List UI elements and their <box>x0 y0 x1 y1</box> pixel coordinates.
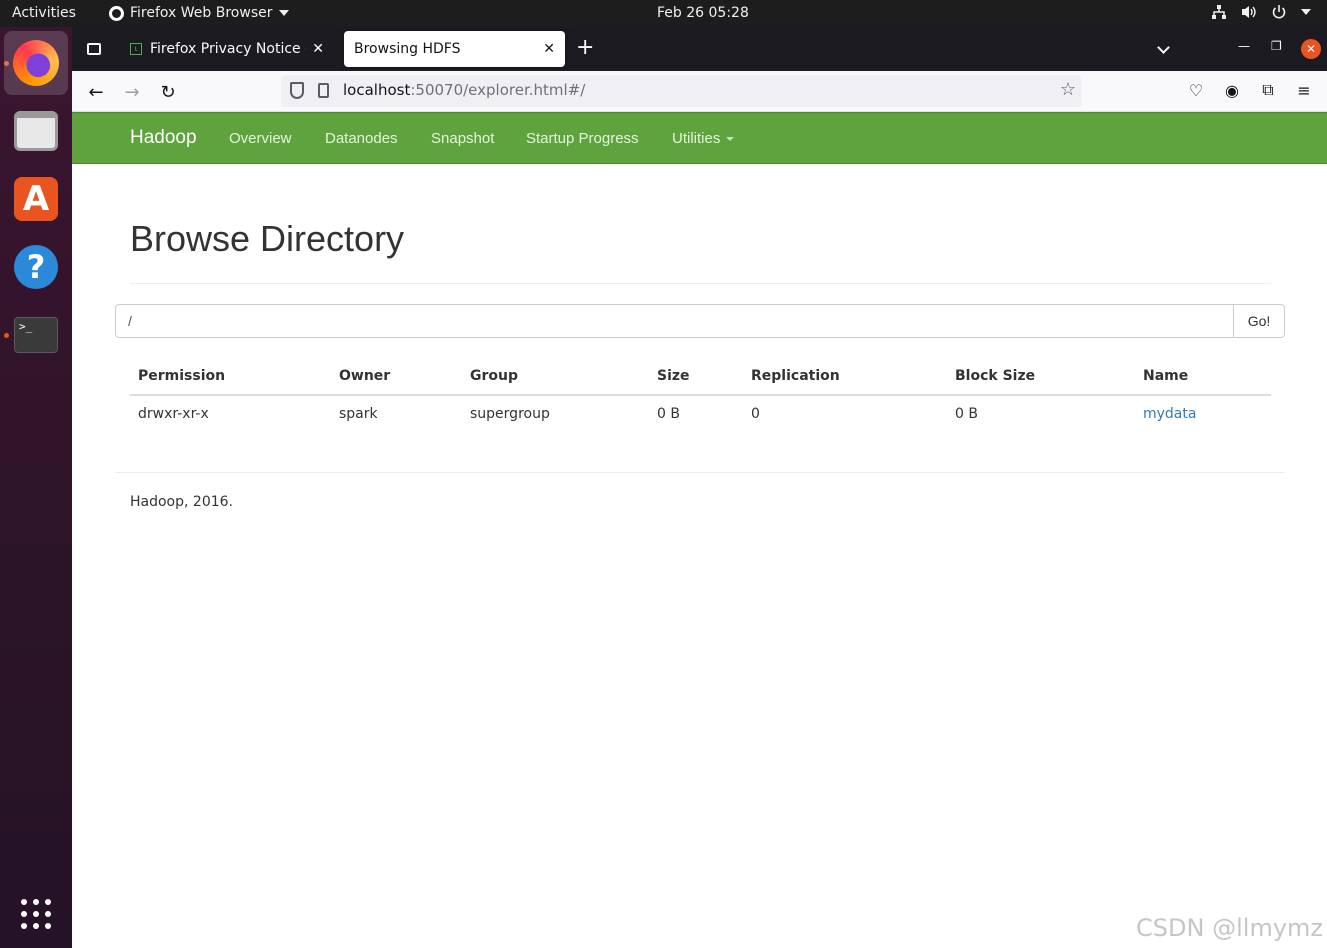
dock-help[interactable]: ? <box>4 235 68 299</box>
terminal-icon: >_ <box>14 317 58 353</box>
page-title: Browse Directory <box>130 218 405 259</box>
dock-files[interactable] <box>4 99 68 163</box>
nav-snapshot[interactable]: Snapshot <box>431 130 494 147</box>
chevron-down-icon <box>278 10 289 16</box>
header-name[interactable]: Name <box>1135 358 1271 396</box>
account-icon[interactable]: ◉ <box>1222 80 1242 100</box>
firefox-view-button[interactable] <box>80 35 108 63</box>
hadoop-navbar: Hadoop Overview Datanodes Snapshot Start… <box>72 112 1327 164</box>
directory-path-input[interactable] <box>115 304 1234 338</box>
close-tab-icon[interactable]: ✕ <box>312 41 324 57</box>
window-close-icon[interactable]: ✕ <box>1301 39 1321 59</box>
path-form: Go! <box>115 304 1285 338</box>
header-owner[interactable]: Owner <box>331 358 462 396</box>
back-icon[interactable]: ← <box>84 80 108 104</box>
cell-group: supergroup <box>470 406 550 422</box>
firefox-small-icon <box>109 5 124 21</box>
url-text[interactable]: localhost:50070/explorer.html#/ <box>343 81 585 99</box>
volume-icon <box>1242 6 1256 18</box>
dock-firefox[interactable] <box>4 31 68 95</box>
ubuntu-dock: A ? >_ <box>0 27 72 948</box>
header-size[interactable]: Size <box>649 358 743 396</box>
tab-title: Browsing HDFS <box>354 41 461 57</box>
close-tab-icon[interactable]: ✕ <box>543 41 555 57</box>
nav-utilities-label: Utilities <box>672 130 721 147</box>
minimize-icon[interactable]: — <box>1238 39 1250 53</box>
list-all-tabs-icon[interactable] <box>1157 41 1170 54</box>
nav-startup-progress[interactable]: Startup Progress <box>526 130 639 147</box>
table-row: drwxr-xr-x spark supergroup 0 B 0 0 B my… <box>130 395 1271 432</box>
cell-size: 0 B <box>657 406 680 422</box>
header-replication[interactable]: Replication <box>743 358 947 396</box>
nav-overview[interactable]: Overview <box>229 130 292 147</box>
tracking-protection-icon[interactable] <box>290 82 304 99</box>
watermark: CSDN @llmymz <box>1136 914 1323 942</box>
new-tab-icon[interactable]: + <box>576 37 594 59</box>
footer-divider <box>115 472 1285 473</box>
page-header: Browse Directory <box>130 218 1271 284</box>
page-content: Hadoop Overview Datanodes Snapshot Start… <box>72 112 1327 948</box>
menu-hamburger-icon[interactable]: ≡ <box>1294 80 1314 100</box>
header-group[interactable]: Group <box>462 358 649 396</box>
tab-title: Firefox Privacy Notice — <box>150 41 307 57</box>
tab-bar: ι Firefox Privacy Notice — ✕ Browsing HD… <box>72 27 1327 71</box>
chevron-down-icon <box>1301 9 1311 15</box>
bookmark-star-icon[interactable]: ☆ <box>1060 79 1076 100</box>
firefox-view-icon <box>87 43 101 55</box>
tab-favicon-icon: ι <box>130 43 142 55</box>
software-store-icon: A <box>14 177 58 221</box>
files-icon <box>14 111 58 151</box>
navigation-toolbar: ← → ↻ localhost:50070/explorer.html#/ ☆ … <box>72 71 1327 112</box>
footer-text: Hadoop, 2016. <box>130 494 233 510</box>
header-block-size[interactable]: Block Size <box>947 358 1135 396</box>
extensions-icon[interactable]: ⧉ <box>1258 80 1278 100</box>
network-icon <box>1212 5 1226 19</box>
system-tray[interactable] <box>1211 4 1311 20</box>
activities-button[interactable]: Activities <box>12 5 76 21</box>
cell-replication: 0 <box>751 406 760 422</box>
forward-icon[interactable]: → <box>120 80 144 104</box>
pocket-icon[interactable]: ♡ <box>1186 80 1206 100</box>
power-icon <box>1272 5 1286 19</box>
url-path: :50070/explorer.html#/ <box>410 81 586 99</box>
show-apps-icon[interactable] <box>21 899 51 929</box>
cell-name: mydata <box>1135 395 1271 432</box>
url-host: localhost <box>343 81 411 99</box>
caret-down-icon <box>726 137 735 142</box>
tab-privacy-notice[interactable]: ι Firefox Privacy Notice — ✕ <box>120 31 334 67</box>
help-icon: ? <box>14 245 58 289</box>
app-menu-label: Firefox Web Browser <box>130 5 273 21</box>
directory-table: Permission Owner Group Size Replication … <box>130 358 1271 432</box>
clock[interactable]: Feb 26 05:28 <box>657 5 749 21</box>
dock-software[interactable]: A <box>4 167 68 231</box>
directory-link-mydata[interactable]: mydata <box>1143 406 1196 422</box>
header-permission[interactable]: Permission <box>130 358 331 396</box>
firefox-icon <box>13 40 59 86</box>
nav-datanodes[interactable]: Datanodes <box>325 130 398 147</box>
gnome-top-bar: Activities Firefox Web Browser Feb 26 05… <box>0 0 1327 27</box>
maximize-icon[interactable]: ❐ <box>1271 39 1282 53</box>
page-info-icon[interactable] <box>318 83 329 98</box>
app-menu[interactable]: Firefox Web Browser <box>109 5 289 21</box>
navbar-brand[interactable]: Hadoop <box>130 127 197 149</box>
go-button[interactable]: Go! <box>1234 304 1285 338</box>
table-header-row: Permission Owner Group Size Replication … <box>130 358 1271 396</box>
nav-utilities[interactable]: Utilities <box>672 130 735 147</box>
cell-permission: drwxr-xr-x <box>138 406 209 422</box>
cell-block-size: 0 B <box>955 406 978 422</box>
dock-terminal[interactable]: >_ <box>4 303 68 367</box>
tab-browsing-hdfs[interactable]: Browsing HDFS ✕ <box>344 31 565 67</box>
url-bar[interactable]: localhost:50070/explorer.html#/ ☆ <box>281 75 1082 107</box>
reload-icon[interactable]: ↻ <box>156 80 180 104</box>
cell-owner: spark <box>339 406 378 422</box>
